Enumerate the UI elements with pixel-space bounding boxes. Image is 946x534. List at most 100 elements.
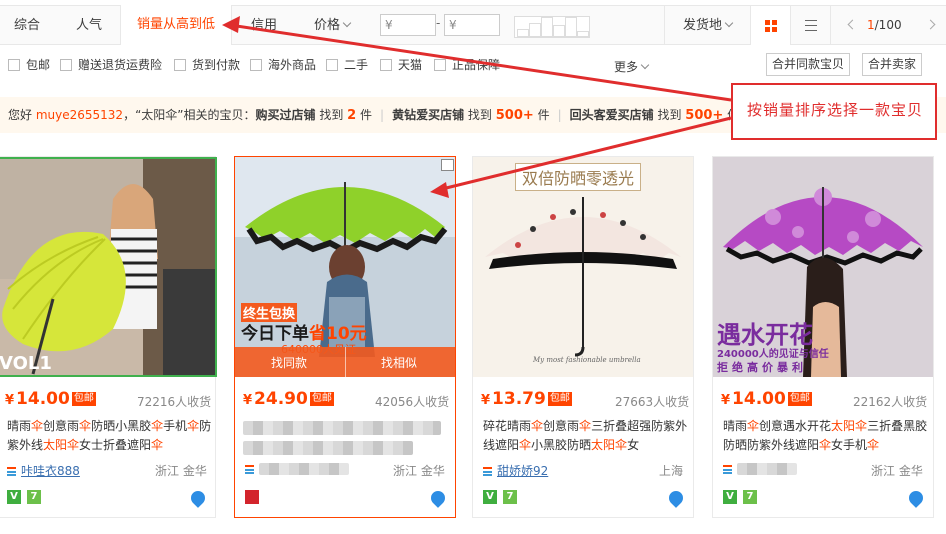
notice-seg1-label[interactable]: 购买过店铺: [256, 108, 316, 122]
more-filters-button[interactable]: 更多: [614, 58, 650, 75]
shop-name[interactable]: 咔哇衣888: [7, 462, 80, 479]
notice-text: 件: [356, 108, 373, 122]
card-hover-actions: 找同款 找相似: [235, 347, 455, 377]
page-indicator: 1/100: [867, 18, 902, 32]
merge-seller-button[interactable]: 合并卖家: [862, 53, 923, 76]
tab-comprehensive[interactable]: 综合: [0, 6, 54, 45]
product-card[interactable]: My most fashionable umbrella 双倍防晒零透光 ¥13…: [472, 156, 694, 518]
filter-cod[interactable]: 货到付款: [174, 58, 240, 72]
notice-count: 500+: [685, 108, 724, 123]
wangwang-icon[interactable]: [666, 488, 686, 508]
notice-user[interactable]: muye2655132: [36, 108, 123, 122]
product-price: ¥14.00 包邮: [721, 389, 812, 409]
seven-day-return-icon: 7: [743, 490, 757, 504]
next-page-icon[interactable]: [925, 19, 936, 30]
free-shipping-tag: 包邮: [787, 392, 812, 406]
product-title[interactable]: 碎花晴雨伞创意雨伞三折叠超强防紫外线遮阳伞小黑胶防晒太阳伞女: [483, 417, 693, 455]
notice-text: 找到: [653, 108, 686, 122]
checkbox[interactable]: [250, 59, 262, 71]
list-icon: [805, 20, 817, 31]
checkbox[interactable]: [326, 59, 338, 71]
tab-sales-desc[interactable]: 销量从高到低: [120, 5, 232, 45]
sales-count: 42056人收货: [375, 395, 450, 409]
blurred-title: [243, 441, 413, 455]
find-similar-button[interactable]: 找相似: [381, 354, 417, 371]
checkbox[interactable]: [174, 59, 186, 71]
filter-second-hand[interactable]: 二手: [326, 58, 368, 72]
filter-tmall[interactable]: 天猫: [380, 58, 422, 72]
filter-free-shipping[interactable]: 包邮: [8, 58, 50, 72]
filter-return-insurance[interactable]: 赠送退货运费险: [60, 58, 162, 72]
tab-credit[interactable]: 信用: [236, 6, 292, 45]
filter-genuine[interactable]: 正品保障: [434, 58, 500, 72]
price-max-input[interactable]: ¥: [444, 14, 500, 36]
tab-price[interactable]: 价格: [298, 6, 366, 45]
notice-text: 找到: [315, 108, 348, 122]
free-shipping-tag: 包邮: [71, 392, 96, 406]
list-view-button[interactable]: [790, 6, 830, 45]
chevron-down-icon: [342, 18, 352, 28]
product-image[interactable]: 遇水开花 240000人的见证与信任 拒绝高价暴利: [713, 157, 933, 377]
shop-name[interactable]: [245, 462, 349, 476]
checkbox[interactable]: [434, 59, 446, 71]
grid-view-button[interactable]: [750, 6, 790, 45]
blurred-title: [243, 421, 441, 435]
shop-link[interactable]: 咔哇衣888: [21, 464, 80, 478]
wangwang-icon[interactable]: [188, 488, 208, 508]
chevron-down-icon: [640, 60, 650, 70]
product-image[interactable]: My most fashionable umbrella 双倍防晒零透光: [473, 157, 693, 377]
shop-name[interactable]: [723, 462, 797, 476]
product-title[interactable]: 晴雨伞创意遇水开花太阳伞三折叠黑胶防晒防紫外线遮阳伞女手机伞: [723, 417, 933, 455]
price-range-histogram[interactable]: [514, 16, 590, 38]
notice-text: 找到: [464, 108, 496, 122]
promo-sub2: 拒绝高价暴利: [717, 361, 807, 374]
divider: |: [557, 108, 562, 122]
free-shipping-tag: 包邮: [547, 392, 572, 406]
histogram-bar[interactable]: [529, 23, 541, 37]
product-image[interactable]: 终生包换 今日下单省10元 640000人见证 找同款 找相似: [235, 157, 455, 377]
blurred-shop: [737, 463, 797, 475]
product-title[interactable]: 晴雨伞创意雨伞防晒小黑胶伞手机伞防紫外线太阳伞女士折叠遮阳伞: [7, 417, 217, 455]
merge-same-button[interactable]: 合并同款宝贝: [766, 53, 851, 76]
shop-link[interactable]: 甜娇娇92: [497, 464, 548, 478]
compare-icon[interactable]: [441, 159, 454, 171]
histogram-bar[interactable]: [517, 29, 529, 37]
ship-from-label: 发货地: [682, 18, 722, 33]
filter-overseas[interactable]: 海外商品: [250, 58, 316, 72]
wangwang-icon[interactable]: [428, 488, 448, 508]
product-photo-umbrella: VOL1: [0, 159, 215, 375]
histogram-bar[interactable]: [553, 25, 565, 37]
histogram-bar[interactable]: [541, 17, 553, 37]
notice-text: 件: [533, 108, 550, 122]
notice-count: 500+: [495, 108, 534, 123]
product-card[interactable]: VOL1 ¥14.00 包邮 72216人收货 晴雨伞创意雨伞防晒小黑胶伞手机伞防…: [0, 156, 217, 518]
sales-count: 22162人收货: [853, 395, 928, 409]
wangwang-icon[interactable]: [906, 488, 926, 508]
price-min-input[interactable]: ¥: [380, 14, 436, 36]
sort-bar: 综合 人气 销量从高到低 信用 价格 ¥ - ¥ 发货地 1/100: [0, 5, 946, 45]
divider: |: [380, 108, 385, 122]
find-same-button[interactable]: 找同款: [271, 354, 307, 371]
product-price: ¥13.79 包邮: [481, 389, 572, 409]
checkbox[interactable]: [60, 59, 72, 71]
histogram-bar[interactable]: [577, 31, 589, 37]
price-dash: -: [436, 16, 441, 30]
prev-page-icon[interactable]: [847, 19, 858, 30]
divider: [345, 347, 346, 377]
notice-text: ，“太阳伞”相关的宝贝：: [123, 108, 256, 122]
notice-seg3-label[interactable]: 回头客爱买店铺: [570, 108, 654, 122]
tab-popularity[interactable]: 人气: [58, 6, 120, 45]
location: 浙江 金华: [155, 464, 207, 478]
shop-name[interactable]: 甜娇娇92: [483, 462, 548, 479]
product-card[interactable]: 遇水开花 240000人的见证与信任 拒绝高价暴利 ¥14.00 包邮 22162…: [712, 156, 934, 518]
checkbox[interactable]: [380, 59, 392, 71]
filter-row: 包邮 赠送退货运费险 货到付款 海外商品 二手 天猫 正品保障 更多 合并同款宝…: [0, 52, 946, 80]
shop-icon: [245, 465, 254, 474]
product-image[interactable]: VOL1: [0, 157, 217, 377]
ship-from-dropdown[interactable]: 发货地: [664, 6, 750, 45]
notice-seg2-label[interactable]: 黄钻爱买店铺: [392, 108, 464, 122]
product-card-highlighted[interactable]: 终生包换 今日下单省10元 640000人见证 找同款 找相似 ¥24.90包邮…: [234, 156, 456, 518]
shop-icon: [7, 467, 16, 476]
histogram-bar[interactable]: [565, 17, 577, 37]
checkbox[interactable]: [8, 59, 20, 71]
